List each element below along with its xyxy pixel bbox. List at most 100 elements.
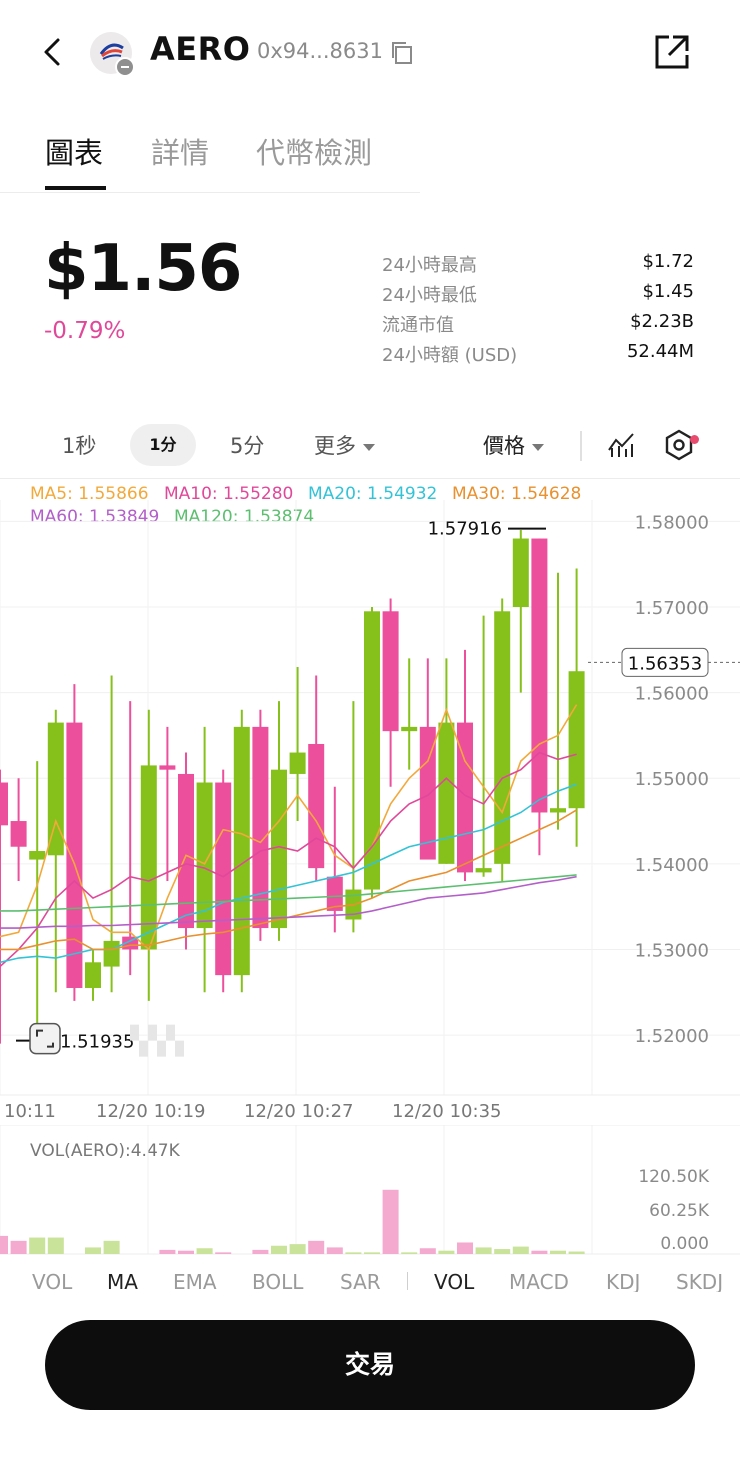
current-price-label: 1.56353 [628, 653, 702, 674]
volume-bar [308, 1240, 325, 1254]
volume-bar [215, 1252, 232, 1254]
expand-chart-icon [29, 1022, 61, 1055]
indicator-tab-ema[interactable]: EMA [173, 1270, 217, 1292]
volume-bar [457, 1242, 473, 1254]
candle-body [494, 611, 511, 864]
volume-bar [85, 1247, 101, 1254]
volume-bar [47, 1237, 64, 1254]
tab-chart[interactable]: 圖表 [45, 130, 103, 172]
volume-bar [419, 1248, 436, 1254]
indicator-tab-ma[interactable]: MA [107, 1270, 138, 1292]
indicator-tab-sub-vol[interactable]: VOL [434, 1270, 474, 1292]
stat-label-market-cap: 流通市值 [382, 315, 454, 336]
vol-y-tick-label: 60.25K [649, 1201, 710, 1221]
x-tick-label: 12/20 10:35 [392, 1101, 501, 1122]
stat-value-24h-high: $1.72 [642, 251, 694, 272]
candle-body [512, 538, 529, 608]
volume-bar [326, 1247, 343, 1254]
indicator-tab-skdj[interactable]: SKDJ [676, 1270, 723, 1292]
token-address: 0x94...8631 [257, 39, 383, 63]
chevron-down-icon [532, 443, 544, 451]
watermark-block [166, 1024, 175, 1041]
y-tick-label: 1.54000 [635, 855, 709, 876]
candle-body [252, 726, 269, 929]
tab-divider [0, 192, 420, 193]
external-link-icon[interactable] [652, 32, 692, 72]
more-timeframes-dropdown[interactable]: 更多 [314, 430, 375, 460]
volume-bar [178, 1250, 194, 1254]
timeframe-1m[interactable]: 1分 [130, 424, 196, 466]
more-label: 更多 [314, 434, 356, 458]
chevron-down-icon [363, 443, 375, 451]
volume-chart: 120.50K 60.25K 0.000 [0, 1125, 740, 1255]
indicator-chart-icon[interactable] [606, 430, 636, 460]
volume-bar [401, 1252, 418, 1254]
y-tick-label: 1.53000 [635, 940, 709, 961]
candle-body [103, 940, 120, 967]
ma-line-ma30 [0, 809, 578, 951]
y-tick-label: 1.55000 [635, 769, 709, 790]
stat-value-market-cap: $2.23B [630, 311, 694, 332]
volume-bar [252, 1249, 269, 1254]
candle-body [196, 782, 213, 929]
candle-body [568, 671, 585, 809]
candle-body [438, 722, 455, 864]
indicator-tab-kdj[interactable]: KDJ [606, 1270, 640, 1292]
price-mode-dropdown[interactable]: 價格 [483, 430, 544, 460]
volume-bar [103, 1240, 120, 1254]
candle-body [140, 765, 157, 950]
watermark-block [175, 1040, 184, 1057]
chain-badge-icon [115, 57, 135, 77]
toolbar-divider [580, 431, 582, 461]
price-change: -0.79% [44, 318, 126, 344]
volume-bar [438, 1250, 455, 1254]
watermark-block [148, 1024, 157, 1041]
price-mode-label: 價格 [483, 434, 525, 458]
volume-bar [29, 1237, 46, 1254]
vol-y-tick-label: 120.50K [638, 1167, 709, 1187]
candle-body [475, 868, 492, 873]
candle-body [178, 773, 194, 929]
candle-body [550, 808, 566, 813]
back-arrow-icon[interactable] [36, 30, 72, 74]
indicator-tab-boll[interactable]: BOLL [252, 1270, 303, 1292]
volume-bar [196, 1248, 213, 1254]
indicator-tab-vol[interactable]: VOL [32, 1270, 72, 1292]
candle-body [233, 726, 250, 976]
low-price-label: 1.51935 [60, 1032, 134, 1053]
chart-top-divider [0, 478, 740, 479]
stat-value-24h-volume: 52.44M [626, 341, 694, 362]
candle-body [382, 611, 399, 732]
volume-bar [382, 1189, 399, 1254]
volume-bar [531, 1250, 548, 1254]
candle-body [271, 769, 287, 929]
volume-bar [159, 1249, 176, 1254]
volume-bar [345, 1252, 362, 1254]
ma-line-ma20 [0, 783, 577, 964]
trade-button[interactable]: 交易 [45, 1320, 695, 1410]
volume-bar [0, 1235, 8, 1254]
settings-hexagon-icon[interactable] [662, 428, 696, 462]
tab-details[interactable]: 詳情 [151, 130, 209, 172]
stat-label-24h-volume: 24小時額 (USD) [382, 345, 518, 366]
indicator-tab-macd[interactable]: MACD [509, 1270, 569, 1292]
timeframe-5m[interactable]: 5分 [230, 430, 264, 460]
ma-line-ma10 [0, 751, 577, 968]
volume-bar [364, 1252, 380, 1254]
copy-icon[interactable] [389, 40, 415, 66]
stat-label-24h-low: 24小時最低 [382, 285, 477, 306]
tab-token-check[interactable]: 代幣檢測 [256, 130, 372, 172]
candlestick-chart[interactable]: 1.58000 1.57000 1.56000 1.55000 1.54000 1.530… [0, 500, 740, 1125]
active-tab-indicator [45, 186, 106, 190]
volume-bar [475, 1247, 492, 1254]
vol-y-tick-label: 0.000 [660, 1234, 709, 1254]
timeframe-1s[interactable]: 1秒 [62, 430, 96, 460]
volume-bar [568, 1251, 585, 1254]
candle-body [531, 538, 548, 813]
indicator-tab-sar[interactable]: SAR [340, 1270, 381, 1292]
indicator-tab-divider [407, 1272, 408, 1290]
x-tick-label: 12/20 10:19 [96, 1101, 205, 1122]
volume-bar [494, 1249, 511, 1254]
candle-body [0, 782, 8, 826]
indicator-tabs: VOL MA EMA BOLL SAR VOL MACD KDJ SKDJ [0, 1270, 740, 1292]
